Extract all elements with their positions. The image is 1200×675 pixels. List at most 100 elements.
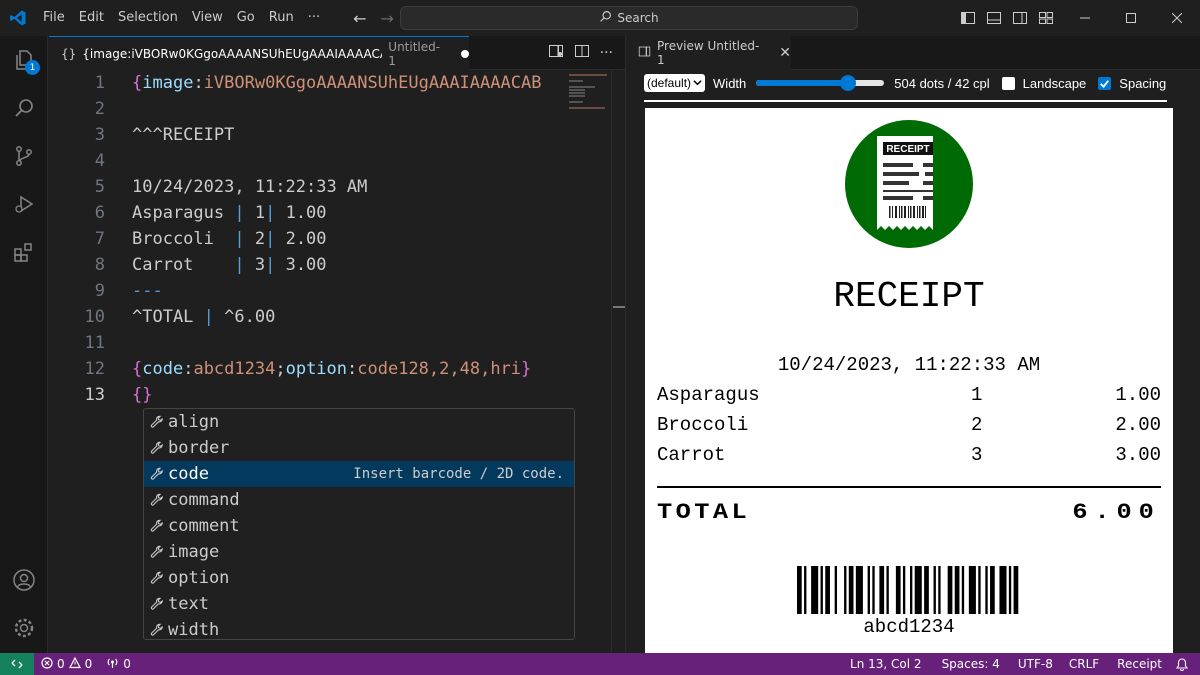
receipt-item: Broccoli xyxy=(657,414,749,436)
barcode-bar xyxy=(961,566,965,614)
code-line[interactable]: 13 {} xyxy=(49,382,625,408)
code-line[interactable]: 8 Carrot | 3| 3.00 xyxy=(49,252,625,278)
menu-item[interactable]: File xyxy=(36,0,72,36)
problems-indicator[interactable]: 0 0 xyxy=(34,656,99,672)
barcode-image xyxy=(797,566,1019,614)
close-tab-icon[interactable]: ✕ xyxy=(779,45,791,61)
suggestion-detail: Insert barcode / 2D code. xyxy=(353,466,564,482)
editor-scrollbar[interactable] xyxy=(611,70,625,653)
code-token: 10/24/2023, 11:22:33 AM xyxy=(132,177,368,197)
receipt-qty: 1 xyxy=(971,384,983,406)
search-view-icon[interactable] xyxy=(0,84,48,132)
toggle-primary-sidebar-icon[interactable] xyxy=(960,10,976,26)
spacing-label: Spacing xyxy=(1119,75,1167,91)
suggestion-item[interactable]: comment xyxy=(144,513,574,539)
remote-indicator-icon[interactable] xyxy=(0,653,34,675)
menu-item[interactable]: Edit xyxy=(72,0,111,36)
minimize-button[interactable] xyxy=(1062,0,1108,36)
language-mode[interactable]: Receipt xyxy=(1107,657,1172,671)
receipt-price: 3.00 xyxy=(1115,444,1161,466)
spacing-checkbox[interactable] xyxy=(1098,76,1112,90)
extensions-icon[interactable] xyxy=(0,228,48,276)
code-line[interactable]: 4 xyxy=(49,148,625,174)
ports-indicator[interactable]: 0 xyxy=(99,657,138,672)
menu-item[interactable]: Run xyxy=(262,0,301,36)
menu-item[interactable]: Selection xyxy=(111,0,185,36)
settings-gear-icon[interactable] xyxy=(0,604,48,652)
suggestion-item[interactable]: width xyxy=(144,617,574,643)
suggestion-item[interactable]: text xyxy=(144,591,574,617)
broadcast-icon xyxy=(106,657,119,672)
code-token: image xyxy=(142,73,194,93)
close-window-button[interactable] xyxy=(1154,0,1200,36)
end-of-line[interactable]: CRLF xyxy=(1061,657,1107,671)
suggestion-item[interactable]: align xyxy=(144,409,574,435)
line-number: 4 xyxy=(94,151,105,171)
suggestion-item[interactable]: border xyxy=(144,435,574,461)
code-line[interactable]: 1 {image:iVBORw0KGgoAAAANSUhEUgAAAIAAAACA… xyxy=(49,70,625,96)
code-line[interactable]: 9 --- xyxy=(49,278,625,304)
barcode-bar xyxy=(886,566,889,614)
menu-item[interactable]: View xyxy=(185,0,230,36)
wrench-icon xyxy=(146,623,168,637)
suggestion-item[interactable]: image xyxy=(144,539,574,565)
code-line[interactable]: 2 xyxy=(49,96,625,122)
suggestion-item[interactable]: option xyxy=(144,565,574,591)
customize-layout-icon[interactable] xyxy=(1038,10,1054,26)
code-line[interactable]: 12 {code:abcd1234;option:code128,2,48,hri… xyxy=(49,356,625,382)
wrench-icon xyxy=(146,493,168,507)
code-line[interactable]: 5 10/24/2023, 11:22:33 AM xyxy=(49,174,625,200)
editor-tab[interactable]: {} {image:iVBORw0KGgoAAAANSUhEUgAAAIAAAA… xyxy=(49,36,469,70)
slider-thumb[interactable] xyxy=(840,75,857,91)
cursor-position[interactable]: Ln 13, Col 2 xyxy=(840,657,932,671)
source-control-icon[interactable] xyxy=(0,132,48,180)
code-line[interactable]: 7 Broccoli | 2| 2.00 xyxy=(49,226,625,252)
landscape-checkbox[interactable] xyxy=(1001,76,1015,90)
code-text: ^^^RECEIPT xyxy=(132,125,234,145)
open-preview-icon[interactable] xyxy=(548,43,564,63)
encoding[interactable]: UTF-8 xyxy=(1010,657,1061,671)
code-token: | xyxy=(234,229,245,249)
toggle-secondary-sidebar-icon[interactable] xyxy=(1012,10,1028,26)
run-debug-icon[interactable] xyxy=(0,180,48,228)
barcode-bar xyxy=(999,566,1007,614)
forward-arrow-icon[interactable]: → xyxy=(381,9,394,28)
barcode-bar xyxy=(804,566,807,614)
code-line[interactable]: 3 ^^^RECEIPT xyxy=(49,122,625,148)
ports-count: 0 xyxy=(123,657,131,671)
warning-count: 0 xyxy=(84,657,93,671)
back-arrow-icon[interactable]: ← xyxy=(353,9,366,28)
code-line[interactable]: 11 xyxy=(49,330,625,356)
indentation[interactable]: Spaces: 4 xyxy=(932,657,1010,671)
notifications-bell-icon[interactable] xyxy=(1172,657,1200,671)
split-editor-icon[interactable] xyxy=(574,43,590,63)
wrench-icon xyxy=(146,519,168,533)
code-text: {code:abcd1234;option:code128,2,48,hri} xyxy=(132,359,531,379)
barcode-bar xyxy=(985,566,988,614)
receipt-qty: 3 xyxy=(971,444,983,466)
command-center-search[interactable]: Search xyxy=(400,6,858,30)
accounts-icon[interactable] xyxy=(0,556,48,604)
code-line[interactable]: 10 ^TOTAL | ^6.00 xyxy=(49,304,625,330)
code-token: Asparagus xyxy=(132,203,235,223)
controls-divider xyxy=(644,100,1167,102)
toggle-panel-icon[interactable] xyxy=(986,10,1002,26)
line-number: 10 xyxy=(84,307,105,327)
barcode-bar xyxy=(968,566,976,614)
menu-item[interactable]: Go xyxy=(230,0,262,36)
code-token: } xyxy=(521,359,532,379)
width-slider[interactable] xyxy=(756,74,885,92)
barcode-bar xyxy=(848,566,854,614)
explorer-icon[interactable]: 1 xyxy=(0,36,48,84)
preview-tab[interactable]: Preview Untitled-1 ✕ xyxy=(626,36,791,70)
code-line[interactable]: 6 Asparagus | 1| 1.00 xyxy=(49,200,625,226)
menu-item[interactable]: ··· xyxy=(301,0,327,36)
wrench-icon xyxy=(146,441,168,455)
code-token: 3.00 xyxy=(275,255,327,275)
suggestion-item[interactable]: command xyxy=(144,487,574,513)
more-actions-icon[interactable]: ··· xyxy=(600,45,613,61)
suggestion-item[interactable]: code Insert barcode / 2D code. xyxy=(144,461,574,487)
printer-select[interactable]: (default) xyxy=(644,74,706,92)
unsaved-dot-icon[interactable] xyxy=(461,49,469,58)
maximize-button[interactable] xyxy=(1108,0,1154,36)
